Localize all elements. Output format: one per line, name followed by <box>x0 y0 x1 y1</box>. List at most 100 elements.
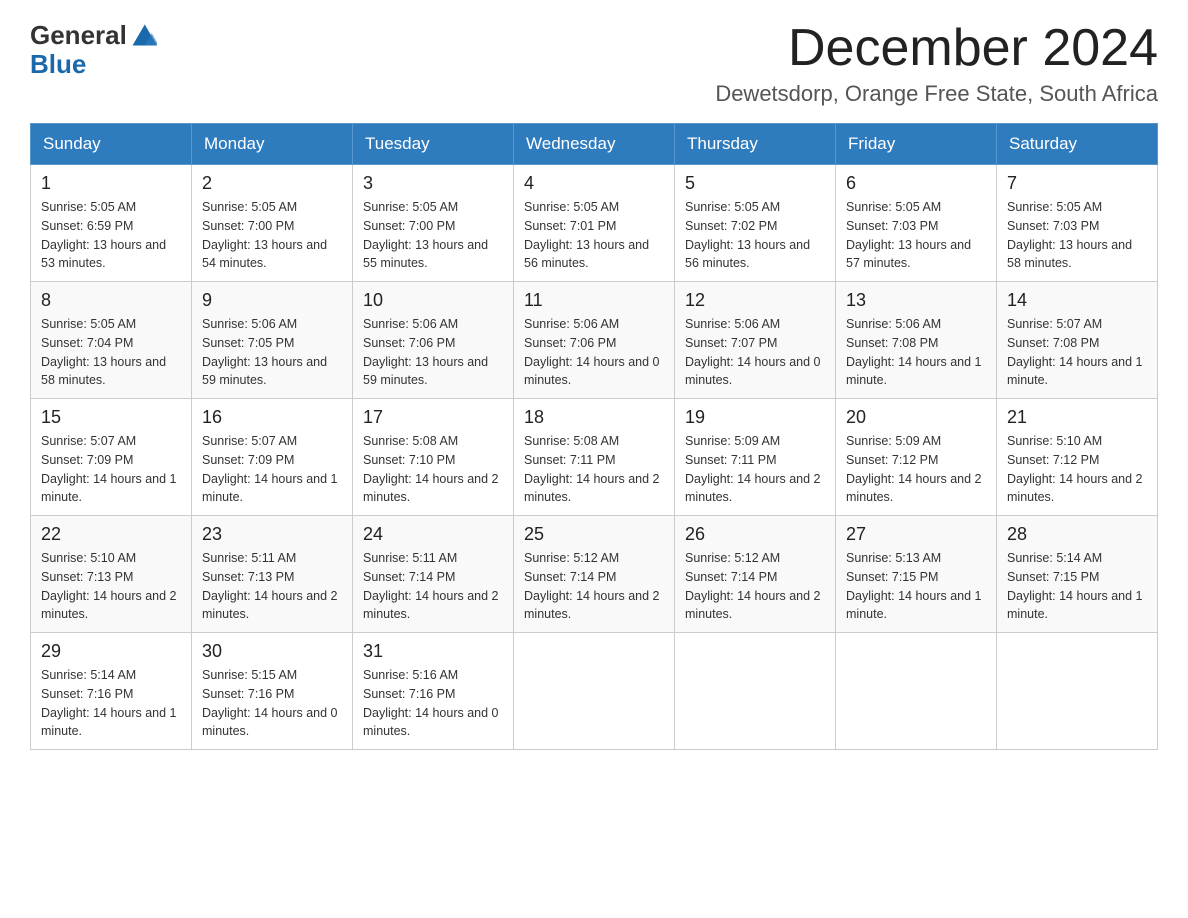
day-info: Sunrise: 5:09 AM Sunset: 7:11 PM Dayligh… <box>685 432 825 507</box>
calendar-cell: 14 Sunrise: 5:07 AM Sunset: 7:08 PM Dayl… <box>997 282 1158 399</box>
calendar-cell: 6 Sunrise: 5:05 AM Sunset: 7:03 PM Dayli… <box>836 165 997 282</box>
day-number: 20 <box>846 407 986 428</box>
page-header: General Blue December 2024 Dewetsdorp, O… <box>30 20 1158 107</box>
day-info: Sunrise: 5:12 AM Sunset: 7:14 PM Dayligh… <box>524 549 664 624</box>
calendar-cell: 5 Sunrise: 5:05 AM Sunset: 7:02 PM Dayli… <box>675 165 836 282</box>
day-number: 15 <box>41 407 181 428</box>
location-title: Dewetsdorp, Orange Free State, South Afr… <box>715 81 1158 107</box>
day-number: 8 <box>41 290 181 311</box>
day-number: 9 <box>202 290 342 311</box>
day-number: 2 <box>202 173 342 194</box>
day-info: Sunrise: 5:14 AM Sunset: 7:15 PM Dayligh… <box>1007 549 1147 624</box>
day-info: Sunrise: 5:07 AM Sunset: 7:09 PM Dayligh… <box>202 432 342 507</box>
calendar-cell: 24 Sunrise: 5:11 AM Sunset: 7:14 PM Dayl… <box>353 516 514 633</box>
day-info: Sunrise: 5:06 AM Sunset: 7:06 PM Dayligh… <box>524 315 664 390</box>
day-info: Sunrise: 5:05 AM Sunset: 7:03 PM Dayligh… <box>846 198 986 273</box>
day-info: Sunrise: 5:06 AM Sunset: 7:07 PM Dayligh… <box>685 315 825 390</box>
day-number: 14 <box>1007 290 1147 311</box>
calendar-cell: 4 Sunrise: 5:05 AM Sunset: 7:01 PM Dayli… <box>514 165 675 282</box>
calendar-cell: 15 Sunrise: 5:07 AM Sunset: 7:09 PM Dayl… <box>31 399 192 516</box>
day-number: 6 <box>846 173 986 194</box>
title-area: December 2024 Dewetsdorp, Orange Free St… <box>715 20 1158 107</box>
day-info: Sunrise: 5:05 AM Sunset: 7:00 PM Dayligh… <box>363 198 503 273</box>
day-info: Sunrise: 5:14 AM Sunset: 7:16 PM Dayligh… <box>41 666 181 741</box>
day-number: 13 <box>846 290 986 311</box>
day-number: 27 <box>846 524 986 545</box>
calendar-cell: 13 Sunrise: 5:06 AM Sunset: 7:08 PM Dayl… <box>836 282 997 399</box>
day-number: 31 <box>363 641 503 662</box>
day-info: Sunrise: 5:08 AM Sunset: 7:11 PM Dayligh… <box>524 432 664 507</box>
calendar-cell <box>675 633 836 750</box>
calendar-cell: 7 Sunrise: 5:05 AM Sunset: 7:03 PM Dayli… <box>997 165 1158 282</box>
day-number: 12 <box>685 290 825 311</box>
calendar-cell: 19 Sunrise: 5:09 AM Sunset: 7:11 PM Dayl… <box>675 399 836 516</box>
calendar-cell: 27 Sunrise: 5:13 AM Sunset: 7:15 PM Dayl… <box>836 516 997 633</box>
day-number: 24 <box>363 524 503 545</box>
header-wednesday: Wednesday <box>514 124 675 165</box>
header-tuesday: Tuesday <box>353 124 514 165</box>
calendar-cell: 18 Sunrise: 5:08 AM Sunset: 7:11 PM Dayl… <box>514 399 675 516</box>
calendar-cell: 3 Sunrise: 5:05 AM Sunset: 7:00 PM Dayli… <box>353 165 514 282</box>
calendar-cell <box>514 633 675 750</box>
calendar-cell: 28 Sunrise: 5:14 AM Sunset: 7:15 PM Dayl… <box>997 516 1158 633</box>
day-number: 5 <box>685 173 825 194</box>
calendar-cell: 11 Sunrise: 5:06 AM Sunset: 7:06 PM Dayl… <box>514 282 675 399</box>
day-info: Sunrise: 5:05 AM Sunset: 7:02 PM Dayligh… <box>685 198 825 273</box>
day-info: Sunrise: 5:05 AM Sunset: 6:59 PM Dayligh… <box>41 198 181 273</box>
day-number: 18 <box>524 407 664 428</box>
month-title: December 2024 <box>715 20 1158 77</box>
calendar-cell: 8 Sunrise: 5:05 AM Sunset: 7:04 PM Dayli… <box>31 282 192 399</box>
day-info: Sunrise: 5:05 AM Sunset: 7:00 PM Dayligh… <box>202 198 342 273</box>
calendar-week-row-5: 29 Sunrise: 5:14 AM Sunset: 7:16 PM Dayl… <box>31 633 1158 750</box>
calendar-cell: 10 Sunrise: 5:06 AM Sunset: 7:06 PM Dayl… <box>353 282 514 399</box>
calendar-cell: 29 Sunrise: 5:14 AM Sunset: 7:16 PM Dayl… <box>31 633 192 750</box>
day-info: Sunrise: 5:06 AM Sunset: 7:06 PM Dayligh… <box>363 315 503 390</box>
header-monday: Monday <box>192 124 353 165</box>
day-info: Sunrise: 5:10 AM Sunset: 7:13 PM Dayligh… <box>41 549 181 624</box>
day-info: Sunrise: 5:06 AM Sunset: 7:05 PM Dayligh… <box>202 315 342 390</box>
calendar-cell: 21 Sunrise: 5:10 AM Sunset: 7:12 PM Dayl… <box>997 399 1158 516</box>
header-saturday: Saturday <box>997 124 1158 165</box>
logo-text-general: General <box>30 20 127 51</box>
calendar-cell: 23 Sunrise: 5:11 AM Sunset: 7:13 PM Dayl… <box>192 516 353 633</box>
calendar-week-row-1: 1 Sunrise: 5:05 AM Sunset: 6:59 PM Dayli… <box>31 165 1158 282</box>
day-info: Sunrise: 5:12 AM Sunset: 7:14 PM Dayligh… <box>685 549 825 624</box>
day-number: 29 <box>41 641 181 662</box>
day-info: Sunrise: 5:11 AM Sunset: 7:13 PM Dayligh… <box>202 549 342 624</box>
logo: General Blue <box>30 20 157 77</box>
day-info: Sunrise: 5:09 AM Sunset: 7:12 PM Dayligh… <box>846 432 986 507</box>
calendar-cell: 16 Sunrise: 5:07 AM Sunset: 7:09 PM Dayl… <box>192 399 353 516</box>
calendar-cell: 20 Sunrise: 5:09 AM Sunset: 7:12 PM Dayl… <box>836 399 997 516</box>
day-number: 26 <box>685 524 825 545</box>
day-info: Sunrise: 5:05 AM Sunset: 7:03 PM Dayligh… <box>1007 198 1147 273</box>
calendar-cell: 26 Sunrise: 5:12 AM Sunset: 7:14 PM Dayl… <box>675 516 836 633</box>
day-number: 17 <box>363 407 503 428</box>
day-info: Sunrise: 5:08 AM Sunset: 7:10 PM Dayligh… <box>363 432 503 507</box>
calendar-cell: 9 Sunrise: 5:06 AM Sunset: 7:05 PM Dayli… <box>192 282 353 399</box>
day-info: Sunrise: 5:05 AM Sunset: 7:04 PM Dayligh… <box>41 315 181 390</box>
calendar-cell: 17 Sunrise: 5:08 AM Sunset: 7:10 PM Dayl… <box>353 399 514 516</box>
header-friday: Friday <box>836 124 997 165</box>
calendar-cell: 25 Sunrise: 5:12 AM Sunset: 7:14 PM Dayl… <box>514 516 675 633</box>
calendar-week-row-3: 15 Sunrise: 5:07 AM Sunset: 7:09 PM Dayl… <box>31 399 1158 516</box>
logo-text-blue: Blue <box>30 51 86 77</box>
day-number: 28 <box>1007 524 1147 545</box>
day-number: 7 <box>1007 173 1147 194</box>
day-number: 21 <box>1007 407 1147 428</box>
calendar-cell <box>997 633 1158 750</box>
day-number: 22 <box>41 524 181 545</box>
day-info: Sunrise: 5:11 AM Sunset: 7:14 PM Dayligh… <box>363 549 503 624</box>
day-info: Sunrise: 5:06 AM Sunset: 7:08 PM Dayligh… <box>846 315 986 390</box>
day-number: 23 <box>202 524 342 545</box>
day-number: 16 <box>202 407 342 428</box>
calendar-cell: 31 Sunrise: 5:16 AM Sunset: 7:16 PM Dayl… <box>353 633 514 750</box>
day-info: Sunrise: 5:07 AM Sunset: 7:08 PM Dayligh… <box>1007 315 1147 390</box>
day-number: 30 <box>202 641 342 662</box>
calendar-week-row-2: 8 Sunrise: 5:05 AM Sunset: 7:04 PM Dayli… <box>31 282 1158 399</box>
header-sunday: Sunday <box>31 124 192 165</box>
day-number: 1 <box>41 173 181 194</box>
header-thursday: Thursday <box>675 124 836 165</box>
day-info: Sunrise: 5:13 AM Sunset: 7:15 PM Dayligh… <box>846 549 986 624</box>
calendar-table: Sunday Monday Tuesday Wednesday Thursday… <box>30 123 1158 750</box>
day-number: 3 <box>363 173 503 194</box>
